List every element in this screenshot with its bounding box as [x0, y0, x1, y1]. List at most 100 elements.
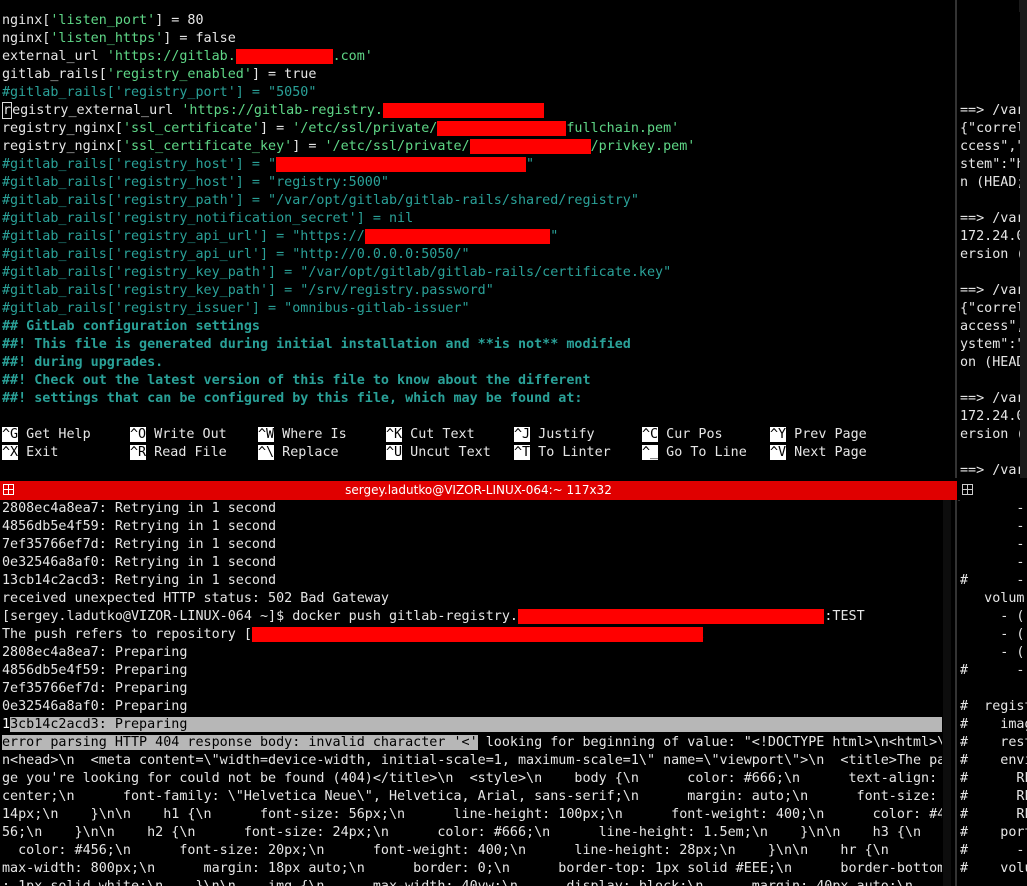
terminal-output[interactable]: 2808ec4a8ea7: Retrying in 1 second 4856db…: [2, 500, 942, 886]
right-pane-titlebar[interactable]: [958, 481, 1027, 501]
terminal-line: [sergey.ladutko@VIZOR-LINUX-064 ~]$ dock…: [2, 608, 942, 626]
shortcut-label: Where Is: [274, 427, 347, 442]
compose-file-pane[interactable]: - - - - # - volum - ( - ( - (# - # regist #…: [960, 500, 1027, 886]
shortcut-label: Uncut Text: [402, 445, 491, 460]
text-segment: ## GitLab configuration settings: [2, 319, 260, 334]
nano-shortcut-uncut-text[interactable]: ^U Uncut Text: [386, 444, 491, 462]
shortcut-key: ^O: [130, 427, 147, 442]
config-line: gitlab_rails['registry_enabled'] = true: [2, 66, 947, 84]
text-segment: #gitlab_rails['registry_api_url'] = "htt…: [2, 247, 470, 262]
text-segment: nginx[: [2, 13, 51, 28]
compose-line: -: [960, 519, 1025, 534]
pane-divider-vertical-top[interactable]: [955, 0, 957, 478]
redaction-block: XXXXXXXXXXXXXXXXXXXX: [382, 103, 545, 118]
text-segment: received unexpected HTTP status: 502 Bad…: [2, 591, 389, 606]
config-line: registry_nginx['ssl_certificate_key'] = …: [2, 138, 947, 156]
text-segment: external_url: [2, 49, 107, 64]
shortcut-key: ^C: [642, 427, 659, 442]
text-segment: 56;\n }\n\n h2 {\n font-size: 24px;\n co…: [2, 825, 922, 840]
terminal-pane[interactable]: 2808ec4a8ea7: Retrying in 1 second 4856db…: [0, 500, 951, 886]
shortcut-key: ^U: [386, 445, 403, 460]
terminal-line: color: #456;\n font-size: 20px;\n font-w…: [2, 842, 942, 860]
text-segment: #gitlab_rails['registry_host'] = "regist…: [2, 175, 389, 190]
compose-line: - (: [960, 609, 1025, 624]
log-line: n (HEAD;: [960, 175, 1020, 190]
nano-shortcut-write-out[interactable]: ^O Write Out: [130, 426, 227, 444]
terminal-line: 7ef35766ef7d: Preparing: [2, 680, 942, 698]
nano-shortcut-prev-page[interactable]: ^Y Prev Page: [770, 426, 867, 444]
log-tail-pane[interactable]: ==> /var {"correl ccess"," stem":"h n (HEAD;…: [960, 12, 1020, 478]
text-segment: #gitlab_rails['registry_key_path'] = "/v…: [2, 265, 672, 280]
compose-line: # -: [960, 663, 1025, 678]
text-segment: #gitlab_rails['registry_port'] = "5050": [2, 85, 317, 100]
log-line: 172.24.0: [960, 229, 1020, 244]
text-segment: ##! Check out the latest version of this…: [2, 373, 591, 388]
text-segment: 2808ec4a8ea7: Preparing: [2, 645, 188, 660]
terminal-menu-icon[interactable]: [962, 484, 973, 495]
text-segment: #gitlab_rails['registry_notification_sec…: [2, 211, 414, 226]
pane-divider-vertical-bottom[interactable]: [955, 500, 957, 886]
log-line: ==> /var: [960, 463, 1020, 478]
log-tail-text: ==> /var {"correl ccess"," stem":"h n (HEAD;…: [960, 12, 1020, 478]
terminal-line: 0e32546a8af0: Preparing: [2, 698, 942, 716]
terminal-line: 56;\n }\n\n h2 {\n font-size: 24px;\n co…: [2, 824, 942, 842]
compose-line: # rest: [960, 735, 1027, 750]
text-segment: #gitlab_rails['registry_host'] = ": [2, 157, 277, 172]
config-line: ##! settings that can be configured by t…: [2, 390, 947, 408]
nano-shortcut-justify[interactable]: ^J Justify: [514, 426, 595, 444]
redaction-block: XXXXXXXXXXXX: [235, 49, 333, 64]
text-segment: #gitlab_rails['registry_issuer'] = "omni…: [2, 301, 470, 316]
text-segment: ] =: [260, 121, 293, 136]
terminal-menu-icon[interactable]: [3, 484, 14, 495]
log-line: 172.24.0: [960, 409, 1020, 424]
nano-editor-pane[interactable]: nginx['listen_port'] = 80 nginx['listen_h…: [0, 0, 951, 478]
shortcut-row-1: ^G Get Help ^O Write Out ^W Where Is ^K Cut…: [2, 426, 947, 444]
log-line: ersion (: [960, 247, 1020, 262]
redaction-block: XXXXXXXXXXXXXXXXXXXXXXX: [364, 229, 551, 244]
text-segment: registry_nginx[: [2, 139, 123, 154]
terminal-cursor: 1: [2, 717, 11, 732]
terminal-line: 13cb14c2acd3: Preparing: [2, 716, 942, 734]
terminal-scrollbar[interactable]: [943, 500, 951, 886]
text-segment: /privkey.pem': [590, 139, 696, 154]
nano-shortcut-to-linter[interactable]: ^T To Linter: [514, 444, 611, 462]
terminal-titlebar[interactable]: sergey.ladutko@VIZOR-LINUX-064:~ 117x32: [0, 481, 957, 500]
text-segment: '/etc/ssl/private/: [292, 121, 438, 136]
scrollbar-top-right[interactable]: [1019, 0, 1027, 478]
text-segment: ##! This file is generated during initia…: [2, 337, 631, 352]
compose-line: volum: [960, 591, 1025, 606]
text-segment: color: #456;\n font-size: 20px;\n font-w…: [2, 843, 889, 858]
shortcut-key: ^X: [2, 445, 19, 460]
config-line: registry_external_url 'https://gitlab-re…: [2, 102, 947, 120]
config-line: #gitlab_rails['registry_host'] = "regist…: [2, 174, 947, 192]
log-line: ==> /var: [960, 211, 1020, 226]
shortcut-label: Next Page: [786, 445, 867, 460]
nano-shortcut-get-help[interactable]: ^G Get Help: [2, 426, 91, 444]
nano-text-area[interactable]: nginx['listen_port'] = 80 nginx['listen_h…: [2, 12, 947, 408]
compose-line: # -: [960, 573, 1025, 588]
terminal-line: max-width: 800px;\n margin: 18px auto;\n…: [2, 860, 942, 878]
nano-shortcut-exit[interactable]: ^X Exit: [2, 444, 58, 462]
text-segment: #gitlab_rails['registry_path'] = "/var/o…: [2, 193, 639, 208]
nano-shortcut-read-file[interactable]: ^R Read File: [130, 444, 227, 462]
nano-shortcut-cut-text[interactable]: ^K Cut Text: [386, 426, 475, 444]
compose-line: # RE: [960, 807, 1027, 822]
text-segment: 4856db5e4f59: Retrying in 1 second: [2, 519, 277, 534]
terminal-line: 13cb14c2acd3: Retrying in 1 second: [2, 572, 942, 590]
nano-shortcut-go-to-line[interactable]: ^_ Go To Line: [642, 444, 747, 462]
text-cursor: r: [2, 102, 13, 119]
nano-shortcut-replace[interactable]: ^\ Replace: [258, 444, 339, 462]
config-line: #gitlab_rails['registry_issuer'] = "omni…: [2, 300, 947, 318]
text-segment: .com': [332, 49, 373, 64]
nano-shortcut-where-is[interactable]: ^W Where Is: [258, 426, 347, 444]
compose-line: # volu: [960, 861, 1027, 876]
config-line: #gitlab_rails['registry_key_path'] = "/v…: [2, 264, 947, 282]
nano-shortcut-cur-pos[interactable]: ^C Cur Pos: [642, 426, 723, 444]
nano-shortcut-next-page[interactable]: ^V Next Page: [770, 444, 867, 462]
terminal-line: : 1px solid white;\n }\n\n img {\n max-w…: [2, 878, 942, 886]
shortcut-label: Write Out: [146, 427, 227, 442]
